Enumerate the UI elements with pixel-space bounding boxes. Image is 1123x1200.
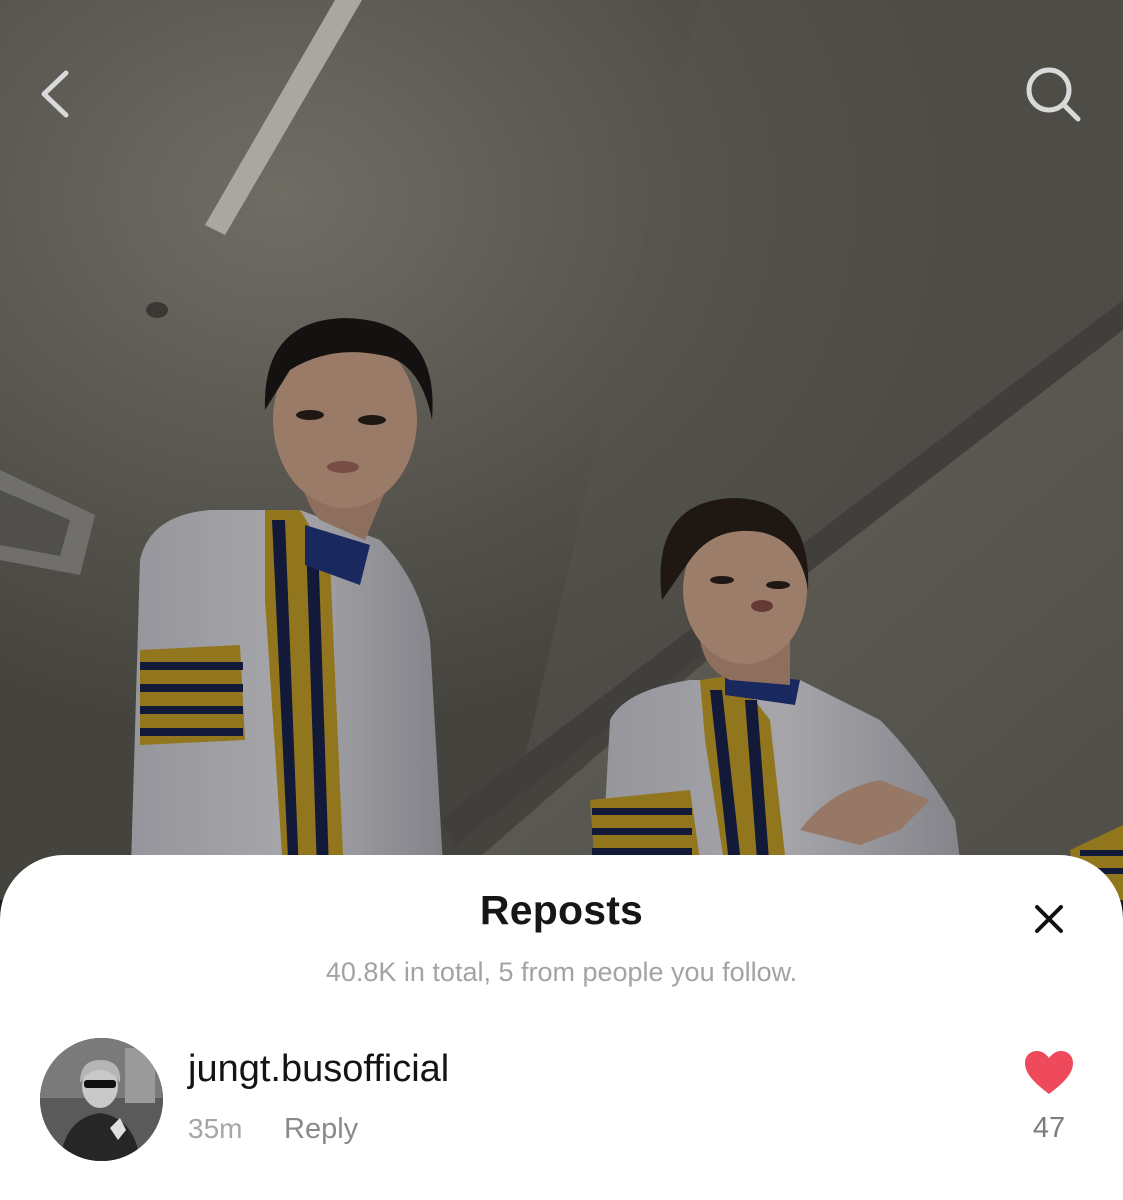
avatar[interactable] [40,1038,163,1161]
like-count: 47 [1032,1112,1066,1144]
repost-summary: 40.8K in total, 5 from people you follow… [325,957,798,987]
heart-icon [1023,1051,1075,1100]
search-button[interactable] [1021,62,1085,126]
back-button[interactable] [24,62,88,126]
sheet-title: Reposts [479,887,644,933]
close-icon [1034,904,1064,939]
like-button[interactable] [1023,1050,1075,1096]
chevron-left-icon [36,69,76,119]
reposts-sheet: Reposts 40.8K in total, 5 from people yo… [0,855,1123,1200]
reply-button[interactable]: Reply [284,1113,358,1146]
reposts-screen: Reposts 40.8K in total, 5 from people yo… [0,0,1123,1200]
username[interactable]: jungt.busofficial [188,1048,449,1091]
repost-list-item: jungt.busofficial 35m Reply 47 [40,1038,1083,1162]
video-frame-image [0,0,1123,900]
timestamp: 35m [188,1113,243,1144]
close-button[interactable] [1027,899,1071,943]
avatar-image [40,1038,163,1161]
video-background [0,0,1123,900]
search-icon [1024,65,1082,123]
